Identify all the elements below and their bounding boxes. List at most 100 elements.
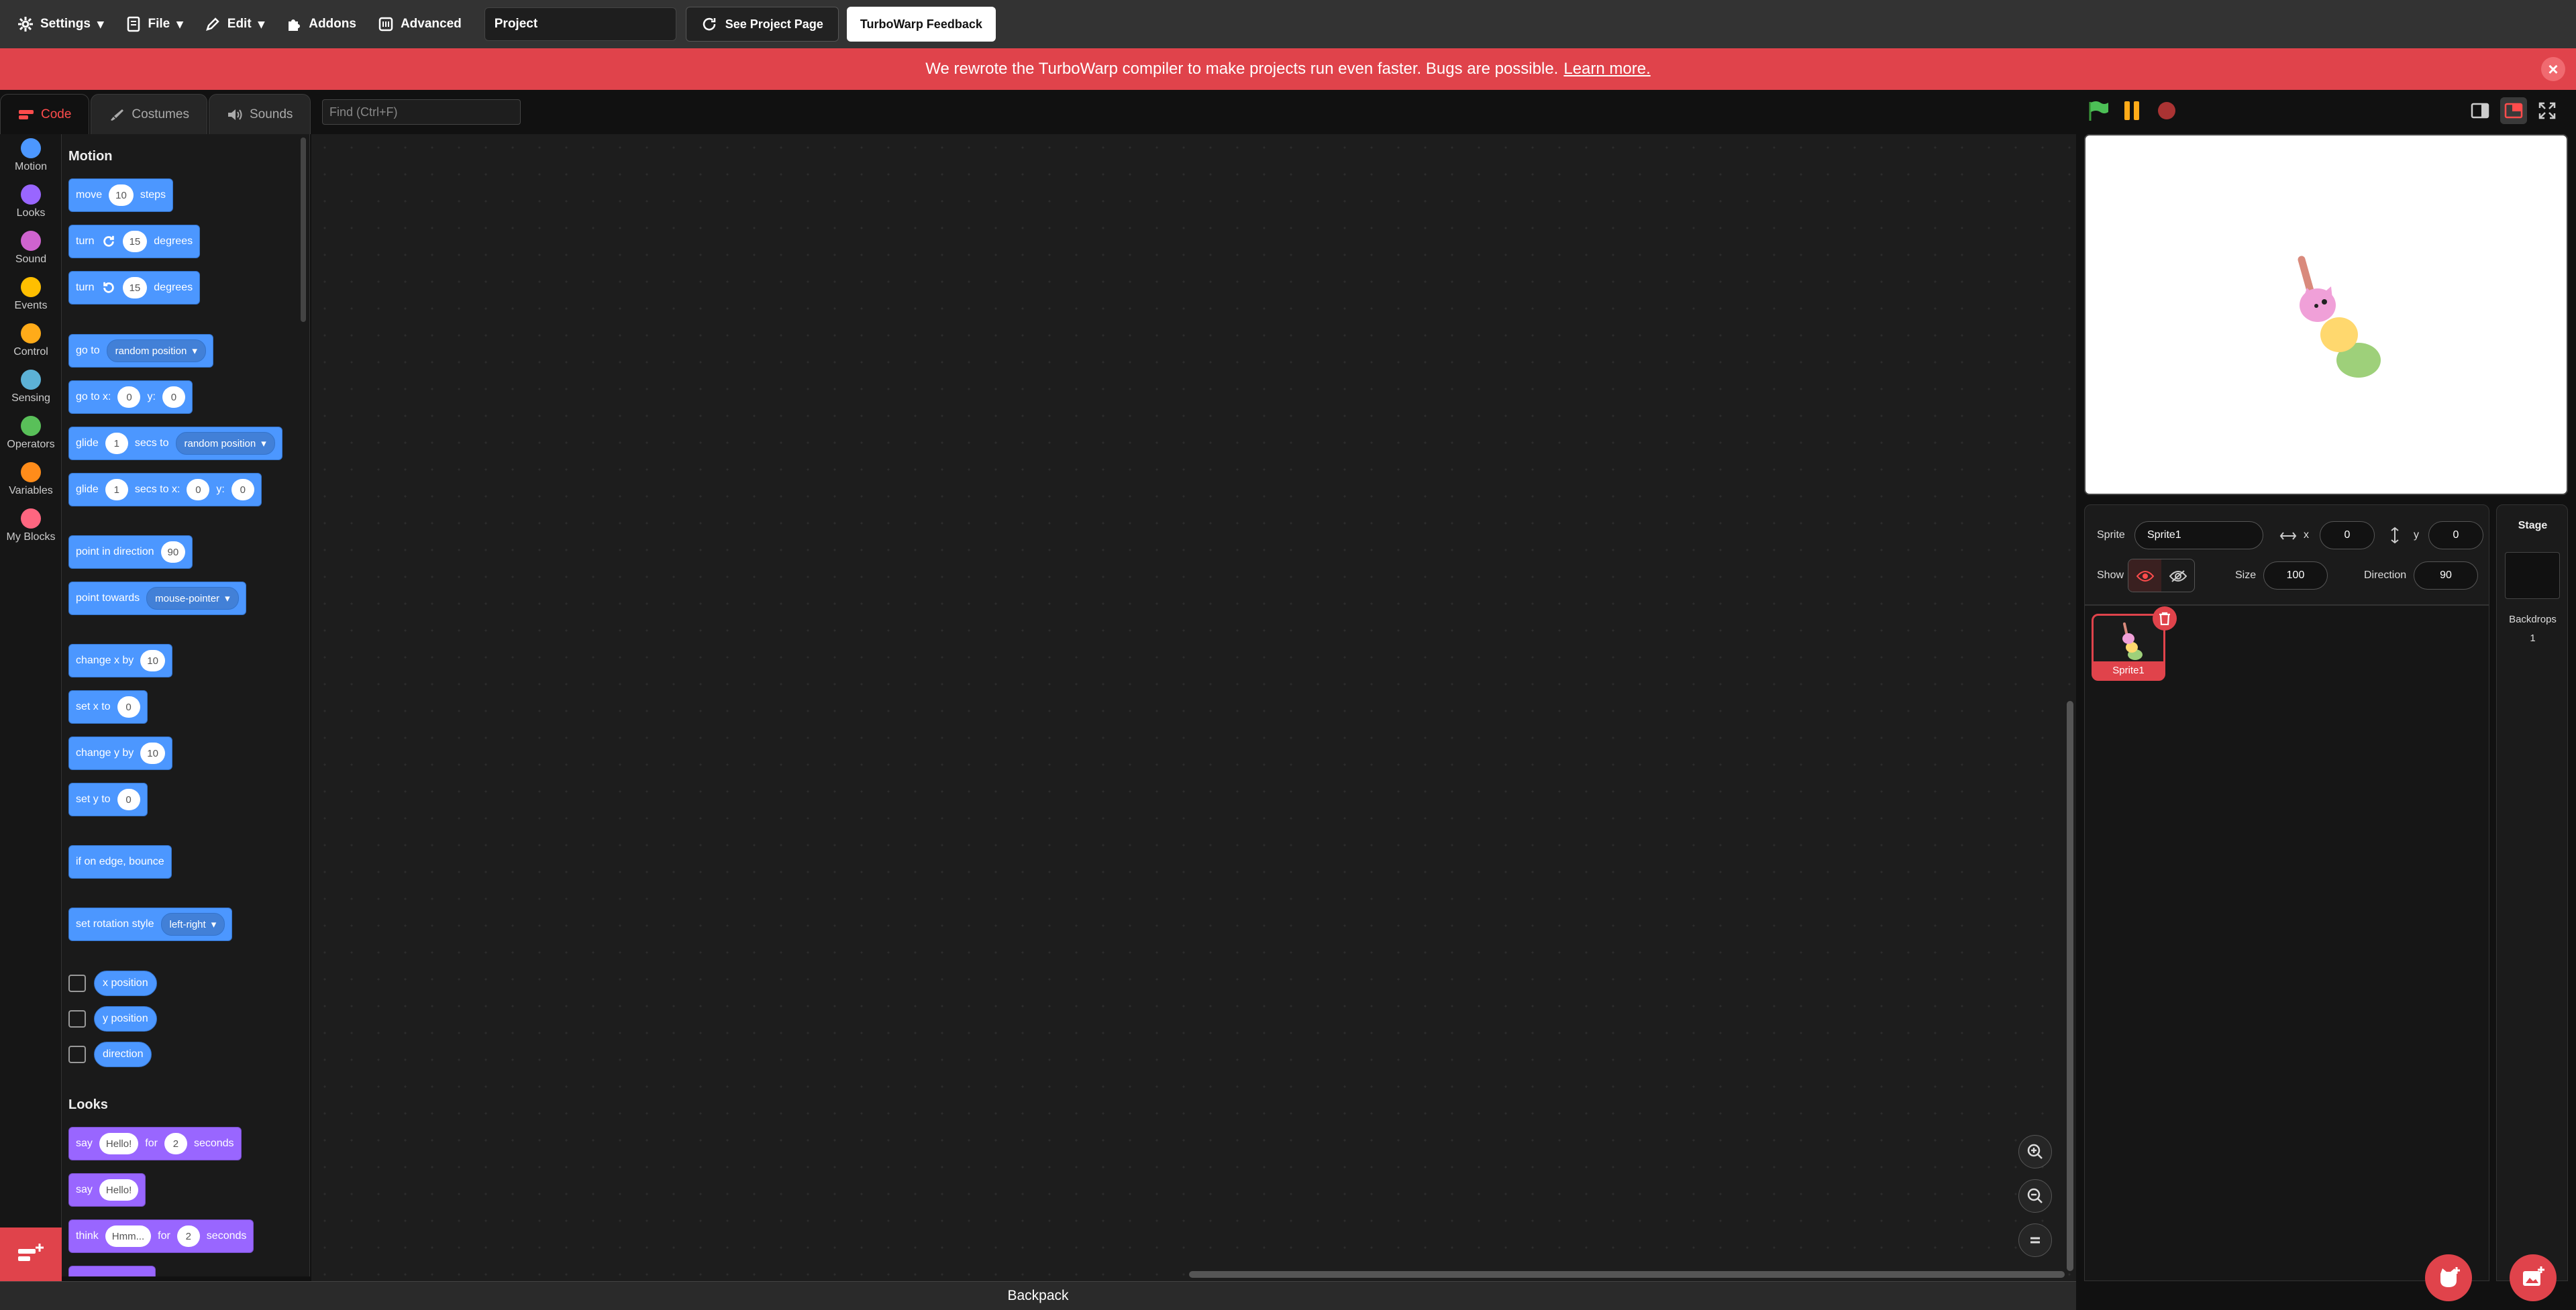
- pause-icon[interactable]: [2120, 99, 2143, 122]
- show-visible-button[interactable]: [2128, 559, 2161, 592]
- add-sprite-button[interactable]: [2425, 1254, 2472, 1301]
- block-say-for[interactable]: say Hello! for 2 seconds: [68, 1127, 242, 1160]
- block-input[interactable]: 1: [105, 433, 128, 454]
- block-dropdown[interactable]: left-right ▾: [160, 913, 225, 936]
- advanced-menu[interactable]: Advanced: [367, 0, 472, 48]
- checkbox-direction[interactable]: [68, 1046, 86, 1063]
- block-think-for[interactable]: think Hmm... for 2 seconds: [68, 1219, 254, 1253]
- block-input[interactable]: Hmm...: [105, 1225, 152, 1247]
- block-input[interactable]: Hello!: [99, 1133, 139, 1154]
- block-dropdown[interactable]: mouse-pointer ▾: [146, 587, 239, 610]
- normal-stage-button[interactable]: [2500, 97, 2527, 124]
- category-operators[interactable]: Operators: [0, 416, 62, 451]
- stage-canvas[interactable]: [2084, 134, 2568, 495]
- block-change-y[interactable]: change y by 10: [68, 736, 172, 770]
- feedback-button[interactable]: TurboWarp Feedback: [846, 7, 996, 42]
- see-project-page-button[interactable]: See Project Page: [685, 7, 839, 42]
- block-change-x[interactable]: change x by 10: [68, 644, 172, 677]
- x-input[interactable]: 0: [2320, 521, 2375, 549]
- workspace-vertical-scrollbar[interactable]: [2067, 701, 2073, 1271]
- block-go-to-xy[interactable]: go to x: 0 y: 0: [68, 380, 193, 414]
- block-turn-right[interactable]: turn 15 degrees: [68, 225, 201, 258]
- category-looks[interactable]: Looks: [0, 184, 62, 219]
- block-glide-to-xy[interactable]: glide 1 secs to x: 0 y: 0: [68, 473, 262, 506]
- find-input[interactable]: Find (Ctrl+F): [322, 99, 521, 125]
- block-rotation-style[interactable]: set rotation style left-right ▾: [68, 908, 233, 941]
- block-dropdown[interactable]: random position ▾: [175, 432, 275, 455]
- workspace-horizontal-scrollbar[interactable]: [1189, 1271, 2065, 1278]
- block-glide-to[interactable]: glide 1 secs to random position ▾: [68, 427, 282, 460]
- block-input[interactable]: 90: [160, 541, 186, 563]
- stage-selector[interactable]: Stage Backdrops 1: [2496, 504, 2568, 1281]
- tab-code[interactable]: Code: [0, 94, 90, 134]
- sprite-name-input[interactable]: Sprite1: [2134, 521, 2263, 549]
- fullscreen-button[interactable]: [2534, 97, 2561, 124]
- addons-menu[interactable]: Addons: [275, 0, 367, 48]
- settings-menu[interactable]: Settings ▾: [7, 0, 115, 48]
- block-input[interactable]: 10: [140, 743, 165, 764]
- add-backdrop-button[interactable]: [2510, 1254, 2557, 1301]
- block-input[interactable]: 0: [117, 386, 141, 408]
- block-input[interactable]: Hello!: [99, 1179, 139, 1201]
- y-input[interactable]: 0: [2428, 521, 2483, 549]
- block-input[interactable]: 15: [122, 277, 148, 298]
- block-input[interactable]: 15: [122, 231, 148, 252]
- block-point-direction[interactable]: point in direction 90: [68, 535, 193, 569]
- checkbox-x-position[interactable]: [68, 975, 86, 992]
- direction-input[interactable]: 90: [2414, 561, 2478, 590]
- sprite-tile-sprite1[interactable]: Sprite1: [2092, 606, 2177, 681]
- code-workspace[interactable]: [311, 134, 2076, 1281]
- category-control[interactable]: Control: [0, 323, 62, 358]
- category-my-blocks[interactable]: My Blocks: [0, 508, 62, 543]
- block-turn-left[interactable]: turn 15 degrees: [68, 271, 201, 305]
- learn-more-link[interactable]: Learn more.: [1563, 60, 1650, 78]
- green-flag-icon[interactable]: [2085, 99, 2108, 122]
- small-stage-button[interactable]: [2467, 97, 2493, 124]
- reporter-direction[interactable]: direction: [94, 1042, 152, 1067]
- close-icon[interactable]: ×: [2541, 57, 2565, 81]
- block-input[interactable]: 10: [140, 650, 165, 671]
- block-bounce[interactable]: if on edge, bounce: [68, 845, 172, 879]
- stop-icon[interactable]: [2155, 99, 2178, 122]
- block-input[interactable]: 1: [105, 479, 128, 500]
- zoom-reset-button[interactable]: [2018, 1223, 2052, 1257]
- category-sound[interactable]: Sound: [0, 231, 62, 266]
- block-input[interactable]: 10: [109, 184, 134, 206]
- zoom-out-button[interactable]: [2018, 1179, 2052, 1213]
- size-input[interactable]: 100: [2263, 561, 2328, 590]
- project-title-input[interactable]: Project: [484, 7, 676, 41]
- zoom-in-button[interactable]: [2018, 1135, 2052, 1168]
- show-hidden-button[interactable]: [2161, 559, 2194, 592]
- category-events[interactable]: Events: [0, 277, 62, 312]
- tab-costumes[interactable]: Costumes: [91, 94, 207, 134]
- block-think[interactable]: [68, 1266, 156, 1276]
- backpack-bar[interactable]: Backpack: [0, 1281, 2076, 1310]
- add-extension-button[interactable]: [0, 1227, 62, 1281]
- reporter-y-position[interactable]: y position: [94, 1006, 157, 1032]
- delete-sprite-button[interactable]: [2153, 606, 2177, 631]
- block-dropdown[interactable]: random position ▾: [106, 339, 206, 362]
- block-input[interactable]: 0: [117, 789, 140, 810]
- block-go-to[interactable]: go to random position ▾: [68, 334, 213, 368]
- block-input[interactable]: 2: [176, 1225, 200, 1247]
- edit-menu[interactable]: Edit ▾: [194, 0, 275, 48]
- block-say[interactable]: say Hello!: [68, 1173, 146, 1207]
- reporter-x-position[interactable]: x position: [94, 971, 157, 996]
- block-set-x[interactable]: set x to 0: [68, 690, 148, 724]
- block-input[interactable]: 0: [162, 386, 185, 408]
- file-menu[interactable]: File ▾: [115, 0, 194, 48]
- checkbox-y-position[interactable]: [68, 1010, 86, 1028]
- category-sensing[interactable]: Sensing: [0, 370, 62, 404]
- block-input[interactable]: 0: [187, 479, 210, 500]
- block-input[interactable]: 2: [164, 1133, 187, 1154]
- palette-scrollbar[interactable]: [301, 138, 306, 322]
- block-move-steps[interactable]: move 10 steps: [68, 178, 174, 212]
- block-point-towards[interactable]: point towards mouse-pointer ▾: [68, 582, 246, 615]
- tab-sounds[interactable]: Sounds: [208, 94, 311, 134]
- block-input[interactable]: 0: [117, 696, 140, 718]
- category-motion[interactable]: Motion: [0, 138, 62, 173]
- block-set-y[interactable]: set y to 0: [68, 783, 148, 816]
- category-variables[interactable]: Variables: [0, 462, 62, 497]
- block-input[interactable]: 0: [231, 479, 254, 500]
- block-text: glide: [76, 437, 99, 449]
